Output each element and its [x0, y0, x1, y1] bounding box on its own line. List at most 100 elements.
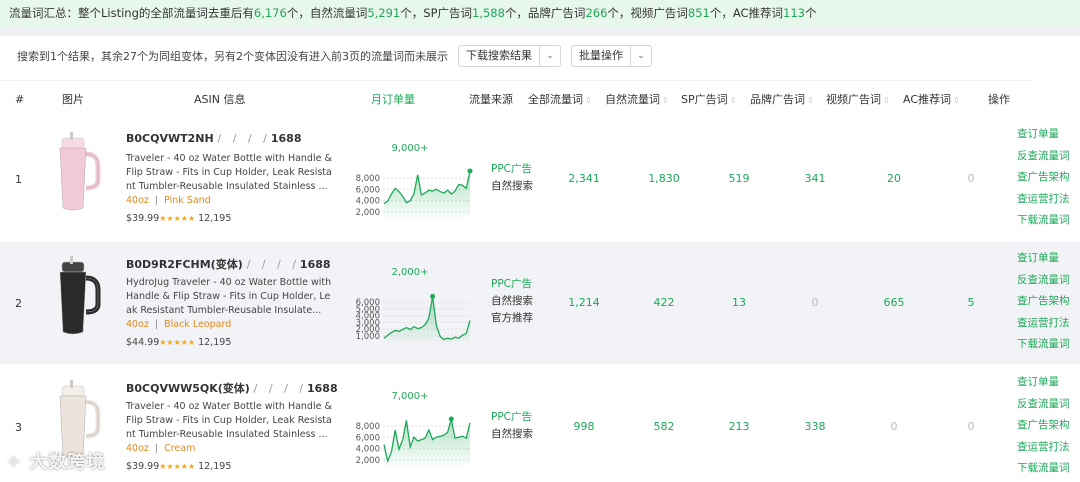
brand-keywords-value[interactable]: 341 [805, 172, 826, 185]
ac-keywords-value[interactable]: 0 [968, 420, 975, 433]
download-results-label: 下载搜索结果 [459, 46, 540, 66]
variant-color: Cream [164, 443, 196, 454]
sort-icon[interactable]: ⇳ [585, 96, 592, 105]
ad-structure-link[interactable]: 查广告架构 [1017, 415, 1070, 437]
reverse-keywords-link[interactable]: 反查流量词 [1017, 394, 1070, 416]
variant-color: Black Leopard [164, 319, 232, 330]
brand-keywords-value[interactable]: 338 [805, 420, 826, 433]
all-keywords-value[interactable]: 2,341 [568, 172, 600, 185]
traffic-source-item: 官方推荐 [491, 312, 533, 324]
check-orders-link[interactable]: 查订单量 [1017, 372, 1070, 394]
traffic-source-item: PPC广告 [491, 163, 532, 175]
check-orders-link[interactable]: 查订单量 [1017, 124, 1070, 146]
asin-code[interactable]: B0CQVWT2NH [126, 132, 214, 145]
operation-strategy-link[interactable]: 查运营打法 [1017, 313, 1070, 335]
table-row[interactable]: 3 B0CQVWW5QK(变体) / / / /1688 Traveler - 4… [0, 366, 1080, 482]
operation-strategy-link[interactable]: 查运营打法 [1017, 437, 1070, 459]
sort-icon[interactable]: ⇳ [662, 96, 669, 105]
col-all-keywords[interactable]: 全部流量词 ⇳ [528, 81, 592, 119]
ad-structure-link[interactable]: 查广告架构 [1017, 291, 1070, 313]
col-actions: 操作 [988, 93, 1010, 106]
variant-size: 40oz [126, 443, 149, 454]
product-title[interactable]: Traveler - 40 oz Water Bottle with Handl… [126, 152, 334, 194]
all-keywords-value[interactable]: 998 [574, 420, 595, 433]
y-tick-label: 6,000 [356, 185, 380, 195]
divider-slashes: / / / / [217, 132, 271, 145]
ac-keywords-value[interactable]: 5 [968, 296, 975, 309]
natural-keywords-value[interactable]: 422 [654, 296, 675, 309]
watermark-icon: ✧ [6, 452, 23, 473]
table-row[interactable]: 2 B0D9R2FCHM(变体) / / / /1688 HydroJug Tra… [0, 242, 1080, 364]
video-keywords-value[interactable]: 0 [891, 420, 898, 433]
download-keywords-link[interactable]: 下载流量词 [1017, 334, 1070, 356]
monthly-orders-sparkline[interactable]: 7,000+ 8,0006,000 4,0002,000 [352, 380, 474, 470]
download-keywords-link[interactable]: 下载流量词 [1017, 210, 1070, 232]
chevron-down-icon[interactable]: ⌄ [631, 51, 651, 61]
variant-separator: | [154, 319, 159, 330]
sp-keywords-value[interactable]: 213 [729, 420, 750, 433]
traffic-sources: PPC广告 自然搜索 [491, 161, 533, 195]
sort-icon[interactable]: ⇳ [807, 96, 814, 105]
col-sp-keywords[interactable]: SP广告词 ⇳ [681, 81, 736, 119]
ac-keywords-value[interactable]: 0 [968, 172, 975, 185]
product-title[interactable]: Traveler - 40 oz Water Bottle with Handl… [126, 400, 334, 442]
y-tick-label: 8,000 [356, 174, 380, 184]
watermark-text: 大数跨境 [29, 452, 106, 473]
asin-code[interactable]: B0CQVWW5QK(变体) [126, 382, 250, 395]
check-orders-link[interactable]: 查订单量 [1017, 248, 1070, 270]
col-video-keywords[interactable]: 视频广告词 ⇳ [826, 81, 890, 119]
traffic-sources: PPC广告 自然搜索 [491, 409, 533, 443]
reverse-keywords-link[interactable]: 反查流量词 [1017, 146, 1070, 168]
sparkline-area [384, 296, 470, 342]
monthly-orders-sparkline[interactable]: 2,000+ 6,0005,0004,0003,0002,0001,000 [352, 256, 474, 346]
product-title[interactable]: HydroJug Traveler - 40 oz Water Bottle w… [126, 276, 334, 318]
monthly-orders-sparkline[interactable]: 9,000+ 8,0006,000 4,0002,000 [352, 132, 474, 222]
y-tick-label: 4,000 [356, 197, 380, 207]
row-index: 3 [15, 421, 22, 434]
chevron-down-icon[interactable]: ⌄ [540, 51, 560, 61]
asin-code[interactable]: B0D9R2FCHM(变体) [126, 258, 243, 271]
sort-icon[interactable]: ⇳ [953, 96, 960, 105]
video-keywords-value[interactable]: 20 [887, 172, 901, 185]
summary-brand-count: 266 [585, 6, 608, 20]
batch-actions-button[interactable]: 批量操作 ⌄ [571, 45, 652, 67]
traffic-source-item: PPC广告 [491, 411, 532, 423]
product-image[interactable] [48, 256, 104, 336]
sparkline-peak-point [430, 293, 436, 299]
all-keywords-value[interactable]: 1,214 [568, 296, 600, 309]
variant-separator: | [154, 443, 159, 454]
product-image[interactable] [48, 132, 104, 212]
review-count: 12,195 [198, 337, 232, 348]
summary-text: 个，视频广告词 [607, 6, 688, 20]
traffic-summary-bar: 流量词汇总：整个Listing的全部流量词去重后有6,176个，自然流量词5,2… [0, 0, 1080, 27]
watermark-logo: ✧ 大数跨境 [6, 448, 105, 474]
col-monthly-orders[interactable]: 月订单量 [371, 81, 415, 119]
col-natural-keywords[interactable]: 自然流量词 ⇳ [605, 81, 669, 119]
price-value: $44.99 [126, 337, 160, 348]
download-keywords-link[interactable]: 下载流量词 [1017, 458, 1070, 480]
sp-keywords-value[interactable]: 519 [729, 172, 750, 185]
y-tick-label: 2,000 [356, 208, 380, 218]
summary-text: 流量词汇总：整个Listing的全部流量词去重后有 [9, 6, 254, 20]
ad-structure-link[interactable]: 查广告架构 [1017, 167, 1070, 189]
natural-keywords-value[interactable]: 582 [654, 420, 675, 433]
operation-strategy-link[interactable]: 查运营打法 [1017, 189, 1070, 211]
price-value: $39.99 [126, 213, 160, 224]
sort-icon[interactable]: ⇳ [883, 96, 890, 105]
col-sp-keywords-label: SP广告词 [681, 93, 728, 106]
col-all-keywords-label: 全部流量词 [528, 93, 583, 106]
video-keywords-value[interactable]: 665 [884, 296, 905, 309]
asin-line: B0D9R2FCHM(变体) / / / /1688 [126, 256, 331, 272]
sort-icon[interactable]: ⇳ [730, 96, 737, 105]
sp-keywords-value[interactable]: 13 [732, 296, 746, 309]
table-row[interactable]: 1 B0CQVWT2NH / / / /1688 Traveler - 40 oz… [0, 118, 1080, 240]
reverse-keywords-link[interactable]: 反查流量词 [1017, 270, 1070, 292]
download-results-button[interactable]: 下载搜索结果 ⌄ [458, 45, 561, 67]
traffic-source-item: 自然搜索 [491, 295, 533, 307]
review-count: 12,195 [198, 213, 232, 224]
brand-keywords-value[interactable]: 0 [812, 296, 819, 309]
natural-keywords-value[interactable]: 1,830 [648, 172, 680, 185]
col-brand-keywords[interactable]: 品牌广告词 ⇳ [750, 81, 814, 119]
col-traffic-source: 流量来源 [469, 93, 513, 106]
col-ac-keywords[interactable]: AC推荐词 ⇳ [903, 81, 960, 119]
